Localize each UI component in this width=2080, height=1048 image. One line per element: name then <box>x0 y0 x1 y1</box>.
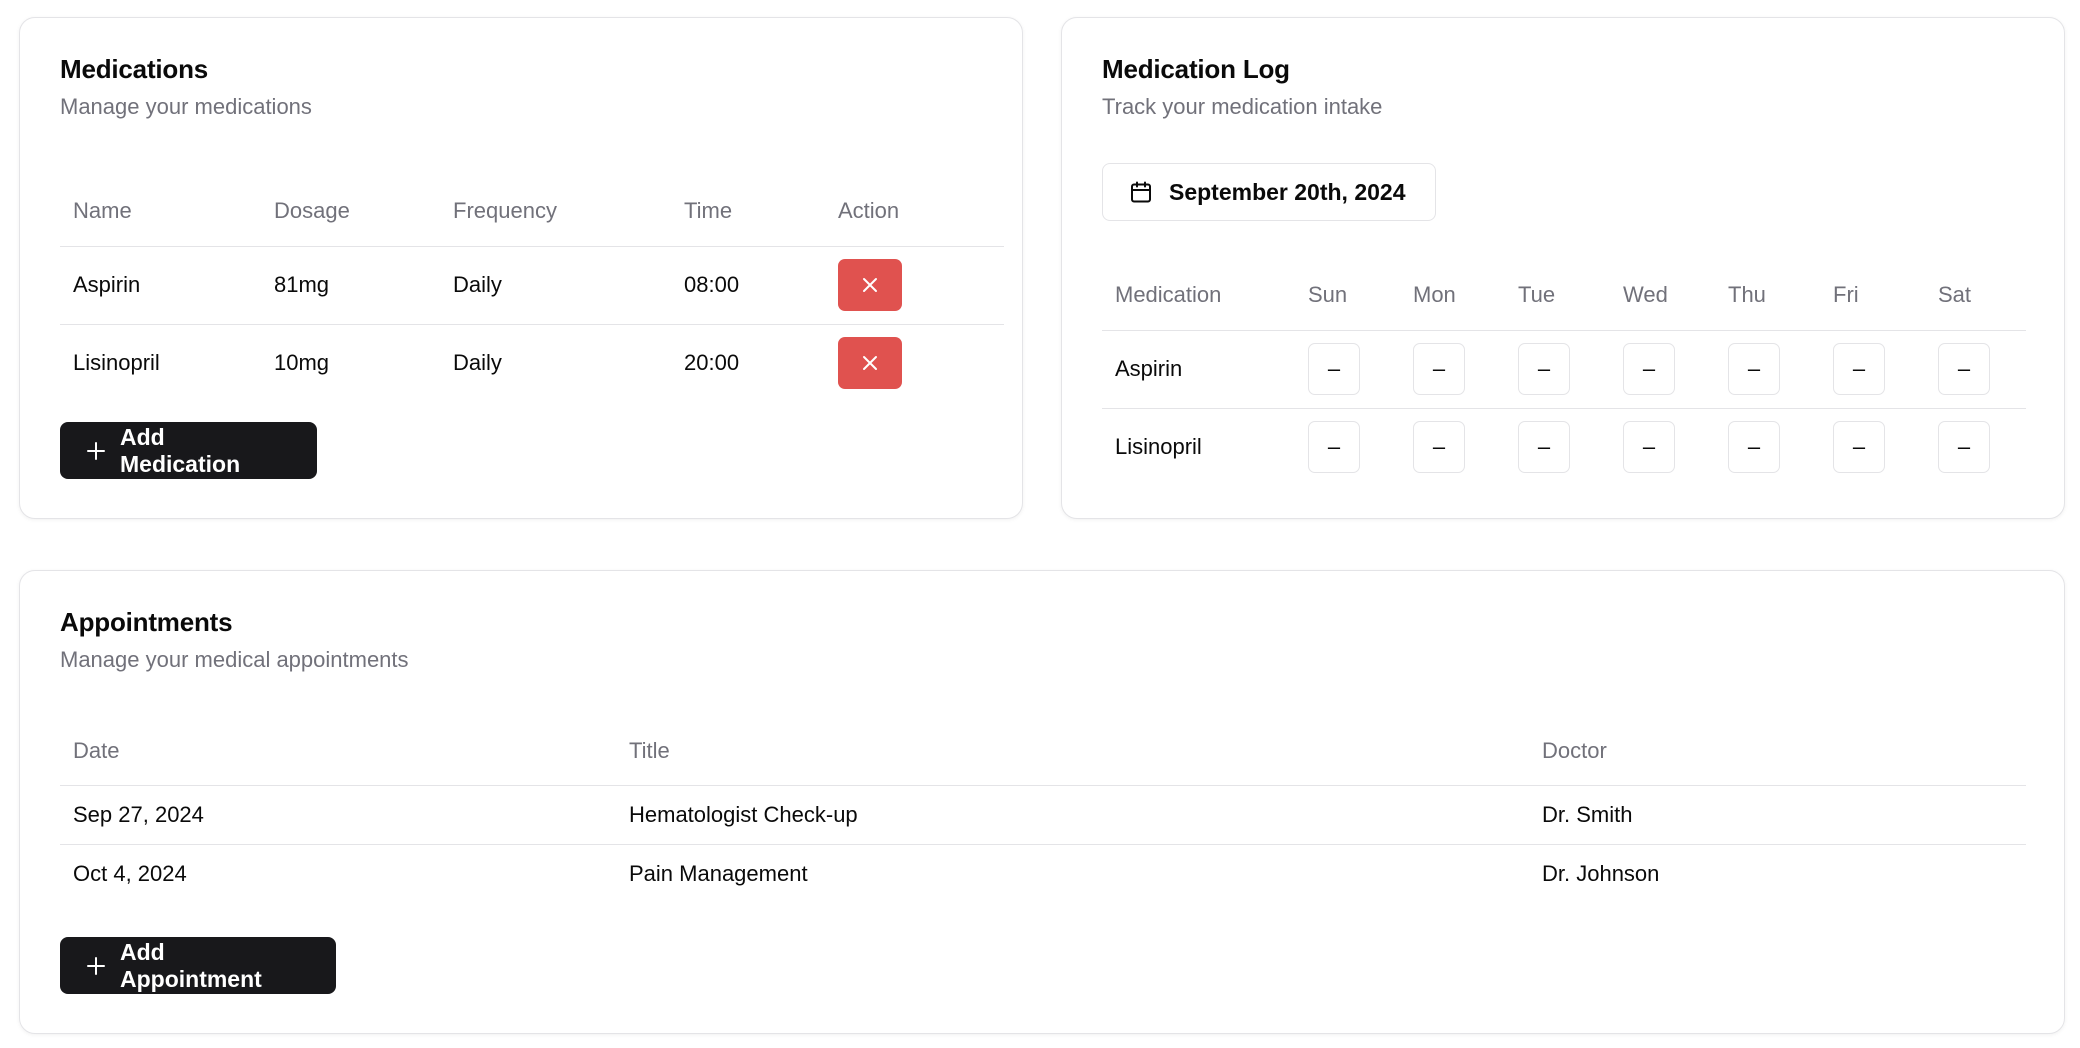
medication-log-table: Medication Sun Mon Tue Wed Thu Fri Sat A… <box>1102 260 2026 486</box>
add-appointment-button[interactable]: Add Appointment <box>60 937 336 994</box>
column-header-action: Action <box>838 197 900 223</box>
appointments-description: Manage your medical appointments <box>60 647 409 672</box>
add-medication-button[interactable]: Add Medication <box>60 422 317 479</box>
appointments-table: Date Title Doctor Sep 27, 2024 Hematolog… <box>60 717 2026 903</box>
column-header-medication: Medication <box>1115 281 1222 307</box>
medication-log-title: Medication Log <box>1102 54 1290 84</box>
column-header-date: Date <box>73 737 120 763</box>
medication-frequency: Daily <box>453 272 502 297</box>
calendar-icon <box>1129 180 1153 204</box>
log-toggle-mon[interactable]: – <box>1413 421 1465 474</box>
plus-icon <box>86 956 106 976</box>
appointments-title: Appointments <box>60 607 233 637</box>
table-row: Oct 4, 2024 Pain Management Dr. Johnson <box>60 844 2026 903</box>
log-toggle-thu[interactable]: – <box>1728 343 1780 395</box>
medication-log-description: Track your medication intake <box>1102 94 1383 119</box>
column-header-wed: Wed <box>1623 281 1668 307</box>
appointments-card: Appointments Manage your medical appoint… <box>19 570 2065 1034</box>
medications-title: Medications <box>60 54 209 84</box>
log-toggle-tue[interactable]: – <box>1518 343 1570 395</box>
appointment-title: Hematologist Check-up <box>629 801 858 827</box>
add-medication-label: Add Medication <box>120 423 241 477</box>
medication-log-card: Medication Log Track your medication int… <box>1061 17 2065 519</box>
x-icon <box>863 278 877 292</box>
column-header-fri: Fri <box>1833 281 1859 307</box>
medications-table: Name Dosage Frequency Time Action Aspiri… <box>60 176 1004 402</box>
column-header-frequency: Frequency <box>453 197 557 223</box>
column-header-time: Time <box>684 197 733 223</box>
delete-medication-button[interactable] <box>838 337 902 390</box>
log-toggle-fri[interactable]: – <box>1833 421 1885 474</box>
log-toggle-sun[interactable]: – <box>1308 421 1360 474</box>
medication-time: 08:00 <box>684 272 740 297</box>
column-header-mon: Mon <box>1413 281 1456 307</box>
column-header-sat: Sat <box>1938 281 1972 307</box>
appointment-title: Pain Management <box>629 860 808 886</box>
table-row: Sep 27, 2024 Hematologist Check-up Dr. S… <box>60 785 2026 844</box>
log-toggle-fri[interactable]: – <box>1833 343 1885 395</box>
column-header-tue: Tue <box>1518 281 1556 307</box>
table-header-row: Medication Sun Mon Tue Wed Thu Fri Sat <box>1102 260 2026 330</box>
medication-dosage: 10mg <box>274 350 330 376</box>
log-medication-name: Aspirin <box>1115 356 1183 381</box>
log-toggle-wed[interactable]: – <box>1623 343 1675 395</box>
table-row: Aspirin – – – – – – – <box>1102 330 2026 408</box>
column-header-thu: Thu <box>1728 281 1766 307</box>
medication-dosage: 81mg <box>274 272 330 297</box>
medication-name: Aspirin <box>73 272 141 297</box>
log-toggle-wed[interactable]: – <box>1623 421 1675 474</box>
column-header-doctor: Doctor <box>1542 737 1607 763</box>
plus-icon <box>86 441 106 461</box>
medication-time: 20:00 <box>684 350 740 376</box>
log-toggle-mon[interactable]: – <box>1413 343 1465 395</box>
column-header-dosage: Dosage <box>274 197 350 223</box>
x-icon <box>863 356 877 371</box>
log-toggle-tue[interactable]: – <box>1518 421 1570 474</box>
log-toggle-sat[interactable]: – <box>1938 421 1990 474</box>
log-toggle-sat[interactable]: – <box>1938 343 1990 395</box>
log-toggle-sun[interactable]: – <box>1308 343 1360 395</box>
log-toggle-thu[interactable]: – <box>1728 421 1780 474</box>
table-row: Lisinopril – – – – – – – <box>1102 408 2026 486</box>
appointment-date: Sep 27, 2024 <box>73 801 204 827</box>
appointment-doctor: Dr. Smith <box>1542 801 1633 827</box>
selected-date: September 20th, 2024 <box>1169 178 1406 205</box>
column-header-name: Name <box>73 197 132 223</box>
table-header-row: Name Dosage Frequency Time Action <box>60 176 1004 246</box>
table-row: Lisinopril 10mg Daily 20:00 <box>60 324 1004 402</box>
log-medication-name: Lisinopril <box>1115 434 1202 460</box>
column-header-title: Title <box>629 737 670 763</box>
medication-frequency: Daily <box>453 350 502 376</box>
column-header-sun: Sun <box>1308 281 1348 307</box>
table-header-row: Date Title Doctor <box>60 717 2026 785</box>
table-row: Aspirin 81mg Daily 08:00 <box>60 246 1004 324</box>
medications-description: Manage your medications <box>60 94 312 119</box>
appointment-doctor: Dr. Johnson <box>1542 860 1660 886</box>
date-picker-button[interactable]: September 20th, 2024 <box>1102 163 1436 221</box>
medications-card: Medications Manage your medications Name… <box>19 17 1023 519</box>
delete-medication-button[interactable] <box>838 259 902 311</box>
medication-name: Lisinopril <box>73 350 160 376</box>
add-appointment-label: Add Appointment <box>120 938 262 992</box>
appointment-date: Oct 4, 2024 <box>73 860 187 886</box>
